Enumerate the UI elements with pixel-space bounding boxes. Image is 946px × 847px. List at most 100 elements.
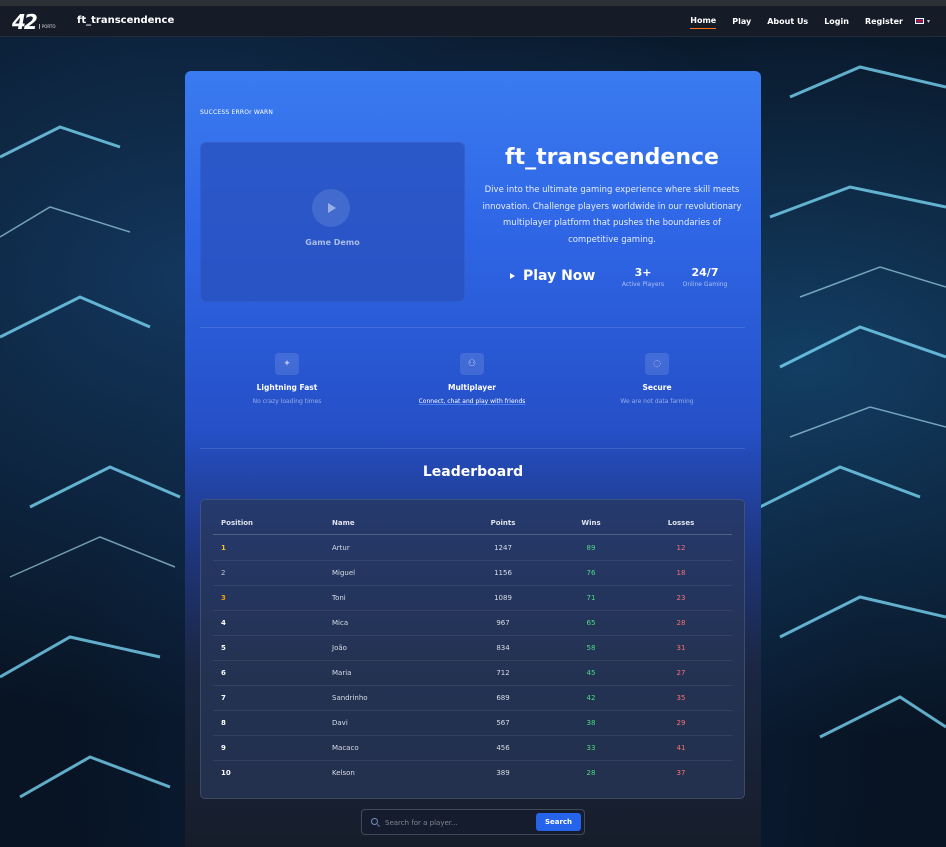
uk-flag-icon [914, 18, 924, 24]
feature-title: Lightning Fast [256, 383, 318, 392]
chevron-down-icon: ▾ [926, 17, 930, 25]
play-now-label: Play Now [523, 268, 596, 284]
table-row[interactable]: 7 Sandrinho 689 42 35 [213, 686, 732, 711]
cell-position: 6 [221, 669, 226, 677]
cell-wins: 45 [586, 669, 596, 677]
cell-wins: 71 [586, 594, 596, 602]
cell-position: 4 [221, 619, 226, 627]
stat-online-gaming: 24/7 Online Gaming [675, 266, 735, 288]
table-row[interactable]: 8 Davi 567 38 29 [213, 711, 732, 736]
cell-name: Kelson [332, 769, 355, 777]
column-header-name: Name [332, 519, 355, 527]
table-row[interactable]: 5 João 834 58 31 [213, 636, 732, 661]
hero-title: ft_transcendence [505, 145, 719, 170]
feature-subtitle: No crazy loading times [252, 398, 322, 405]
cell-position: 1 [221, 544, 226, 552]
cell-name: Macaco [332, 744, 359, 752]
search-icon [371, 818, 378, 825]
cell-position: 9 [221, 744, 226, 752]
player-search-bar: Search [361, 809, 585, 835]
cell-losses: 12 [676, 544, 686, 552]
cell-losses: 27 [676, 669, 686, 677]
leaderboard-table: Position Name Points Wins Losses 1 Artur… [200, 499, 745, 799]
cell-name: Artur [332, 544, 350, 552]
stat-value: 3+ [634, 266, 652, 279]
cell-position: 10 [221, 769, 231, 777]
play-circle-icon[interactable] [312, 189, 350, 227]
table-row[interactable]: 6 Maria 712 45 27 [213, 661, 732, 686]
game-demo-label: Game Demo [305, 238, 360, 247]
hero-description: Dive into the ultimate gaming experience… [482, 185, 742, 245]
table-row[interactable]: 3 Toni 1089 71 23 [213, 586, 732, 611]
play-icon [328, 203, 336, 213]
cell-losses: 37 [676, 769, 686, 777]
feature-title: Multiplayer [448, 383, 496, 392]
status-messages: SUCCESS ERROr WARN [200, 109, 274, 116]
cell-name: Toni [332, 594, 346, 602]
nav-link-about-us[interactable]: About Us [767, 17, 808, 29]
nav-links: Home Play About Us Login Register ▾ [674, 16, 930, 29]
stat-label: Online Gaming [682, 281, 728, 288]
cell-losses: 29 [676, 719, 686, 727]
cell-position: 8 [221, 719, 226, 727]
cell-losses: 41 [676, 744, 686, 752]
brand-title[interactable]: ft_transcendence [77, 15, 174, 26]
top-navbar: 42 PORTO ft_transcendence Home Play Abou… [0, 6, 946, 37]
cell-points: 389 [496, 769, 510, 777]
cell-wins: 89 [586, 544, 596, 552]
nav-link-login[interactable]: Login [824, 17, 849, 29]
table-row[interactable]: 4 Mica 967 65 28 [213, 611, 732, 636]
cell-wins: 58 [586, 644, 596, 652]
42-logo[interactable]: 42 PORTO [12, 10, 55, 34]
table-row[interactable]: 9 Macaco 456 33 41 [213, 736, 732, 761]
table-row[interactable]: 1 Artur 1247 89 12 [213, 536, 732, 561]
cell-points: 567 [496, 719, 510, 727]
cell-name: Maria [332, 669, 352, 677]
table-row[interactable]: 2 Miguel 1156 76 18 [213, 561, 732, 586]
column-header-position: Position [221, 519, 254, 527]
cell-position: 5 [221, 644, 226, 652]
cell-wins: 38 [586, 719, 596, 727]
leaderboard-title: Leaderboard [422, 464, 524, 480]
nav-link-home[interactable]: Home [690, 16, 717, 29]
cell-wins: 65 [586, 619, 596, 627]
cell-points: 834 [496, 644, 510, 652]
cell-wins: 33 [586, 744, 596, 752]
play-now-button[interactable]: Play Now [510, 268, 595, 284]
feature-multiplayer: ⚇ Multiplayer Connect, chat and play wit… [377, 353, 567, 405]
cell-position: 3 [221, 594, 226, 602]
column-header-wins: Wins [581, 519, 601, 527]
stat-active-players: 3+ Active Players [613, 266, 673, 288]
cell-wins: 42 [586, 694, 596, 702]
feature-secure: ◌ Secure We are not data farming [562, 353, 752, 405]
cell-points: 967 [496, 619, 510, 627]
cell-losses: 28 [676, 619, 686, 627]
logo-text: 42 [12, 10, 38, 34]
play-arrow-icon [510, 273, 515, 279]
table-header: Position Name Points Wins Losses [213, 519, 732, 535]
nav-link-register[interactable]: Register [865, 17, 903, 29]
cell-wins: 28 [586, 769, 596, 777]
cell-losses: 18 [676, 569, 686, 577]
search-button[interactable]: Search [536, 813, 581, 831]
cell-name: Miguel [332, 569, 356, 577]
cell-position: 2 [221, 569, 226, 577]
cell-wins: 76 [586, 569, 596, 577]
feature-title: Secure [642, 383, 672, 392]
cell-name: Mica [332, 619, 349, 627]
game-demo-box[interactable]: Game Demo [200, 142, 465, 302]
cell-name: Davi [332, 719, 348, 727]
cell-losses: 31 [676, 644, 686, 652]
nav-link-play[interactable]: Play [732, 17, 751, 29]
cell-points: 712 [496, 669, 510, 677]
section-divider [200, 327, 745, 328]
lightning-icon: ✦ [275, 353, 299, 375]
feature-subtitle: Connect, chat and play with friends [418, 398, 526, 405]
language-selector[interactable]: ▾ [914, 17, 930, 25]
cell-points: 689 [496, 694, 510, 702]
cell-name: Sandrinho [332, 694, 368, 702]
stat-label: Active Players [621, 281, 665, 288]
section-divider [200, 448, 745, 449]
table-row[interactable]: 10 Kelson 389 28 37 [213, 761, 732, 786]
search-input[interactable] [385, 815, 530, 830]
